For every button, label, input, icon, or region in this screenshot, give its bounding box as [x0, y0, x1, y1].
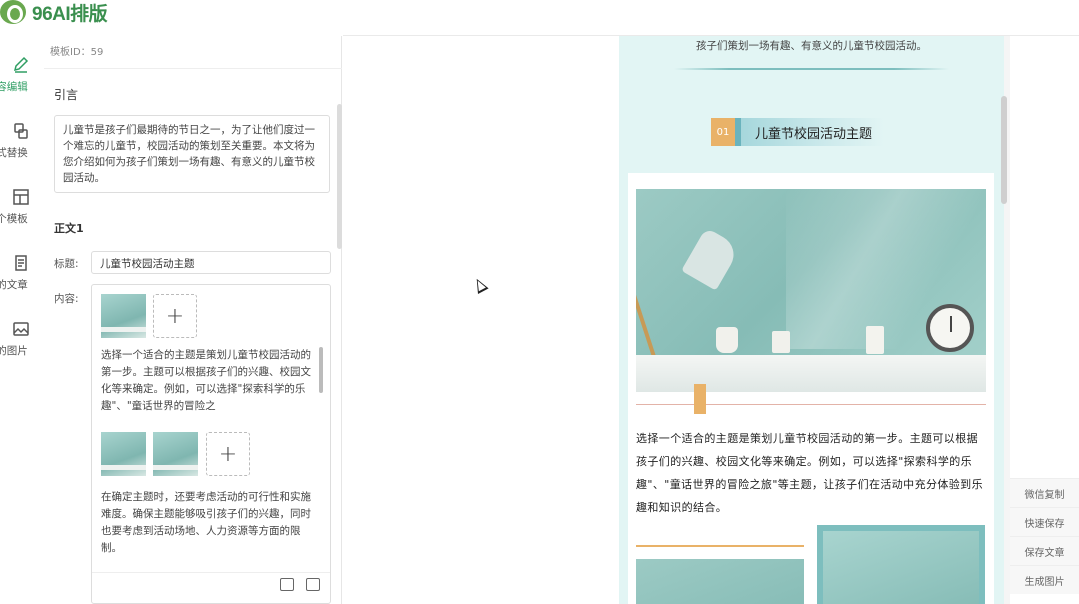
title-label: 标题:	[54, 258, 79, 270]
add-image-button[interactable]: +	[206, 432, 250, 476]
content-editor[interactable]: + 选择一个适合的主题是策划儿童节校园活动的第一步。主题可以根据孩子们的兴趣、校…	[91, 284, 331, 604]
editor-panel: 模板ID：59 引言 儿童节是孩子们最期待的节日之一，为了让他们度过一个难忘的儿…	[44, 36, 342, 604]
left-rail: 容编辑 式替换 个模板 的文章 的图片	[0, 50, 42, 380]
template-icon	[12, 188, 30, 206]
pen-icon	[12, 56, 30, 74]
rail-item-content-edit[interactable]: 容编辑	[0, 50, 42, 116]
side-actions: 微信复制 快速保存 保存文章 生成图片	[1010, 478, 1079, 594]
rail-label: 式替换	[0, 147, 28, 159]
intro-textarea[interactable]: 儿童节是孩子们最期待的节日之一，为了让他们度过一个难忘的儿童节，校园活动的策划至…	[54, 115, 330, 193]
image-thumbnail[interactable]	[101, 432, 146, 476]
heading-number: 01	[711, 118, 735, 146]
wechat-copy-button[interactable]: 微信复制	[1010, 478, 1079, 507]
editor-scrollbar[interactable]	[337, 104, 342, 249]
rail-item-my-articles[interactable]: 的文章	[0, 248, 42, 314]
article-preview[interactable]: 孩子们策划一场有趣、有意义的儿童节校园活动。 01 儿童节校园活动主题 选择一个…	[619, 36, 1004, 604]
rail-label: 个模板	[0, 213, 28, 225]
section-heading: 正文1	[54, 222, 84, 235]
app-logo[interactable]: 96AI排版	[0, 0, 108, 25]
preview-section-heading: 01 儿童节校园活动主题	[711, 118, 885, 146]
heading-title: 儿童节校园活动主题	[741, 118, 885, 146]
preview-scrollbar[interactable]	[1001, 96, 1007, 204]
content-label: 内容:	[54, 293, 79, 305]
rail-item-my-templates[interactable]: 个模板	[0, 182, 42, 248]
content-paragraph-2[interactable]: 在确定主题时，还要考虑活动的可行性和实施难度。确保主题能够吸引孩子们的兴趣，同时…	[101, 489, 319, 559]
article-icon	[12, 254, 30, 272]
preview-card: 选择一个适合的主题是策划儿童节校园活动的第一步。主题可以根据孩子们的兴趣、校园文…	[628, 173, 994, 604]
decorative-line	[636, 404, 986, 405]
preview-intro-text: 孩子们策划一场有趣、有意义的儿童节校园活动。	[696, 40, 927, 52]
divider	[44, 68, 342, 69]
logo-text: 96AI排版	[32, 3, 108, 25]
insert-image-icon[interactable]	[280, 578, 294, 591]
insert-text-icon[interactable]	[306, 578, 320, 591]
preview-image	[817, 525, 985, 604]
hero-image	[636, 189, 986, 392]
title-input[interactable]: 儿童节校园活动主题	[91, 251, 331, 274]
rail-label: 的图片	[0, 345, 28, 357]
swap-icon	[12, 122, 30, 140]
clock-icon	[926, 304, 974, 352]
image-icon	[12, 320, 30, 338]
add-image-button[interactable]: +	[153, 294, 197, 338]
rail-label: 的文章	[0, 279, 28, 291]
decorative-line	[674, 68, 949, 70]
rail-label: 容编辑	[0, 81, 28, 93]
intro-heading: 引言	[54, 88, 79, 102]
content-scrollbar[interactable]	[319, 347, 323, 393]
quick-save-button[interactable]: 快速保存	[1010, 507, 1079, 536]
divider	[92, 572, 330, 573]
rail-item-style-swap[interactable]: 式替换	[0, 116, 42, 182]
logo-mark-icon	[0, 0, 26, 24]
rail-item-my-images[interactable]: 的图片	[0, 314, 42, 380]
layout-id: 模板ID：59	[50, 47, 104, 58]
image-thumbnail[interactable]	[153, 432, 198, 476]
generate-image-button[interactable]: 生成图片	[1010, 565, 1079, 594]
preview-image	[636, 545, 804, 604]
preview-body-text: 选择一个适合的主题是策划儿童节校园活动的第一步。主题可以根据孩子们的兴趣、校园文…	[636, 432, 983, 514]
image-thumbnail[interactable]	[101, 294, 146, 338]
content-paragraph-1[interactable]: 选择一个适合的主题是策划儿童节校园活动的第一步。主题可以根据孩子们的兴趣、校园文…	[101, 347, 319, 415]
save-article-button[interactable]: 保存文章	[1010, 536, 1079, 565]
decorative-tab	[694, 384, 706, 414]
